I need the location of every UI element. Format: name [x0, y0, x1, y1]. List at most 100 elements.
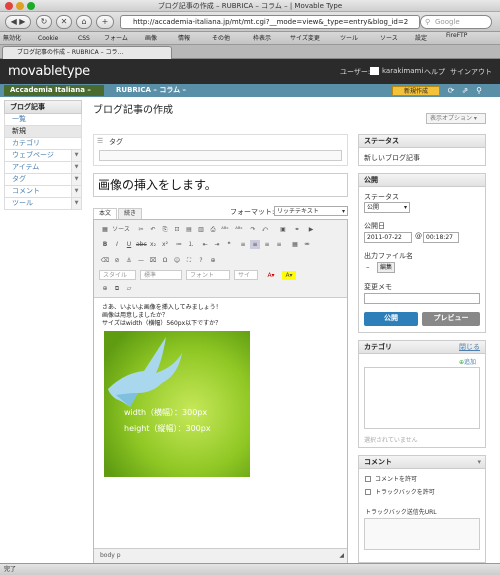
display-options-button[interactable]: 表示オプション ▾: [426, 113, 486, 124]
bulleted-list-icon[interactable]: ≔: [174, 240, 184, 249]
cleanup-icon[interactable]: ⌫: [100, 256, 110, 265]
drag-handle-icon[interactable]: ☰: [97, 137, 103, 145]
text-color-icon[interactable]: A▾: [264, 271, 278, 280]
paste-text-icon[interactable]: ▤: [184, 225, 194, 234]
date-input[interactable]: 2011-07-22: [364, 232, 412, 243]
underline-icon[interactable]: U: [124, 240, 134, 249]
add-category-link[interactable]: ⊕追加: [459, 357, 476, 366]
stop-button[interactable]: ✕: [56, 15, 72, 29]
bookmark-item[interactable]: Cookie: [38, 32, 58, 45]
align-left-icon[interactable]: ≡: [238, 240, 248, 249]
sidebar-group-webpage[interactable]: ウェブページ ▼: [4, 150, 82, 162]
address-bar[interactable]: http://accademia-italiana.jp/mt/mt.cgi?_…: [120, 15, 420, 29]
fullscreen-icon[interactable]: ⛶: [184, 256, 194, 265]
italic-icon[interactable]: I: [112, 240, 122, 249]
memo-input[interactable]: [364, 293, 480, 304]
browser-tab[interactable]: ブログ記事の作成 – RUBRICA – コラ...: [2, 46, 172, 59]
back-forward-buttons[interactable]: ◀ ▶: [5, 15, 31, 29]
print-icon[interactable]: ⎙: [208, 225, 218, 234]
status-select[interactable]: 公開 ▾: [364, 202, 410, 213]
movabletype-logo[interactable]: movabletype: [8, 64, 90, 79]
superscript-icon[interactable]: x²: [160, 240, 170, 249]
bookmark-item[interactable]: ツール: [340, 32, 358, 45]
html-source-icon[interactable]: ▦: [100, 225, 110, 234]
blockquote-icon[interactable]: ❝: [224, 240, 234, 249]
tag-input[interactable]: [99, 150, 342, 161]
bookmark-item[interactable]: 枠表示: [253, 32, 271, 45]
media-icon[interactable]: ▶: [306, 225, 316, 234]
resize-handle-icon[interactable]: ◢: [339, 549, 344, 563]
indent-icon[interactable]: ⇥: [212, 240, 222, 249]
new-create-button[interactable]: 新規作成: [392, 86, 440, 96]
help-link[interactable]: ヘルプ: [424, 67, 445, 77]
copy-icon[interactable]: ⎘: [160, 225, 170, 234]
paste-word-icon[interactable]: ▥: [196, 225, 206, 234]
sidebar-group-comment[interactable]: コメント ▼: [4, 186, 82, 198]
trackback-url-input[interactable]: [364, 518, 480, 550]
hr-icon[interactable]: —: [136, 256, 146, 265]
remove-format-icon[interactable]: ⌧: [148, 256, 158, 265]
search-icon[interactable]: ⚲: [474, 86, 484, 96]
insert-icon[interactable]: ⊕: [208, 256, 218, 265]
chevron-down-icon[interactable]: ▾: [477, 456, 481, 468]
minimize-window-button[interactable]: [16, 2, 24, 10]
spellcheck-menu-icon[interactable]: ᴬᴮᶜ: [234, 225, 244, 234]
bookmark-item[interactable]: サイズ変更: [290, 32, 320, 45]
inserted-image[interactable]: width（横幅）：300px height（縦幅）：300px: [104, 331, 250, 477]
tab-body[interactable]: 本文: [93, 208, 118, 219]
bookmark-item[interactable]: 情報: [178, 32, 190, 45]
paste-icon[interactable]: ⊡: [172, 225, 182, 234]
allow-comments-checkbox[interactable]: [365, 476, 371, 482]
anchor-icon[interactable]: ⚓: [124, 256, 134, 265]
view-site-icon[interactable]: ⇗: [460, 86, 470, 96]
bookmark-item[interactable]: 設定: [415, 32, 427, 45]
spellcheck-icon[interactable]: ᴬᴮᶜ: [220, 225, 230, 234]
editor-content[interactable]: さあ、いよいよ画像を挿入してみましょう！ 画像は用意しましたか？ サイズはwid…: [94, 298, 347, 548]
table-icon[interactable]: ▦: [290, 240, 300, 249]
home-button[interactable]: ⌂: [76, 15, 92, 29]
align-justify-icon[interactable]: ≡: [274, 240, 284, 249]
subscript-icon[interactable]: x₂: [148, 240, 158, 249]
block-format-select[interactable]: 標準: [140, 270, 182, 280]
bookmark-item[interactable]: ソース: [380, 32, 398, 45]
sidebar-item-new[interactable]: 新規: [4, 126, 82, 138]
emotion-icon[interactable]: ☺: [172, 256, 182, 265]
undo-arrow-icon[interactable]: ⤺: [260, 225, 270, 234]
insert-image-icon[interactable]: ⊕: [100, 284, 110, 293]
allow-trackbacks-checkbox[interactable]: [365, 489, 371, 495]
help-icon[interactable]: ?: [196, 256, 206, 265]
edit-image-icon[interactable]: ⧉: [112, 284, 122, 293]
blog-name[interactable]: RUBRICA – コラム –: [110, 85, 192, 96]
bookmark-item[interactable]: 画像: [145, 32, 157, 45]
signout-link[interactable]: サインアウト: [450, 67, 492, 77]
image-icon[interactable]: ▣: [278, 225, 288, 234]
cut-icon[interactable]: ✂: [136, 225, 146, 234]
tab-more[interactable]: 続き: [118, 208, 143, 219]
bookmark-item[interactable]: CSS: [78, 32, 90, 45]
username-link[interactable]: karakimami: [382, 67, 423, 75]
source-button[interactable]: ソース: [111, 225, 131, 234]
category-list[interactable]: [364, 367, 480, 429]
preview-button[interactable]: プレビュー: [422, 312, 480, 326]
time-input[interactable]: 00:18:27: [423, 232, 459, 243]
sidebar-group-tool[interactable]: ツール ▼: [4, 198, 82, 210]
font-size-select[interactable]: サイ: [234, 270, 258, 280]
bookmark-item[interactable]: フォーム: [104, 32, 128, 45]
outdent-icon[interactable]: ⇤: [200, 240, 210, 249]
font-select[interactable]: フォント: [186, 270, 230, 280]
unlink-icon[interactable]: ⚮: [302, 240, 312, 249]
redo-icon[interactable]: ↷: [248, 225, 258, 234]
search-box[interactable]: ⚲ Google: [420, 15, 492, 29]
format-select[interactable]: リッチテキスト ▾: [274, 206, 348, 216]
rebuild-icon[interactable]: ⟳: [446, 86, 456, 96]
stop-icon[interactable]: ⊘: [112, 256, 122, 265]
reload-button[interactable]: ↻: [36, 15, 52, 29]
title-input[interactable]: 画像の挿入をします。: [93, 173, 348, 197]
link-icon[interactable]: ⚭: [292, 225, 302, 234]
bookmark-page-button[interactable]: +: [96, 15, 114, 29]
close-link[interactable]: 閉じる: [459, 341, 480, 353]
site-selector[interactable]: Accademia Italiana – 本: [4, 85, 104, 105]
align-center-icon[interactable]: ≡: [250, 240, 260, 249]
undo-icon[interactable]: ↶: [148, 225, 158, 234]
sidebar-group-tag[interactable]: タグ ▼: [4, 174, 82, 186]
